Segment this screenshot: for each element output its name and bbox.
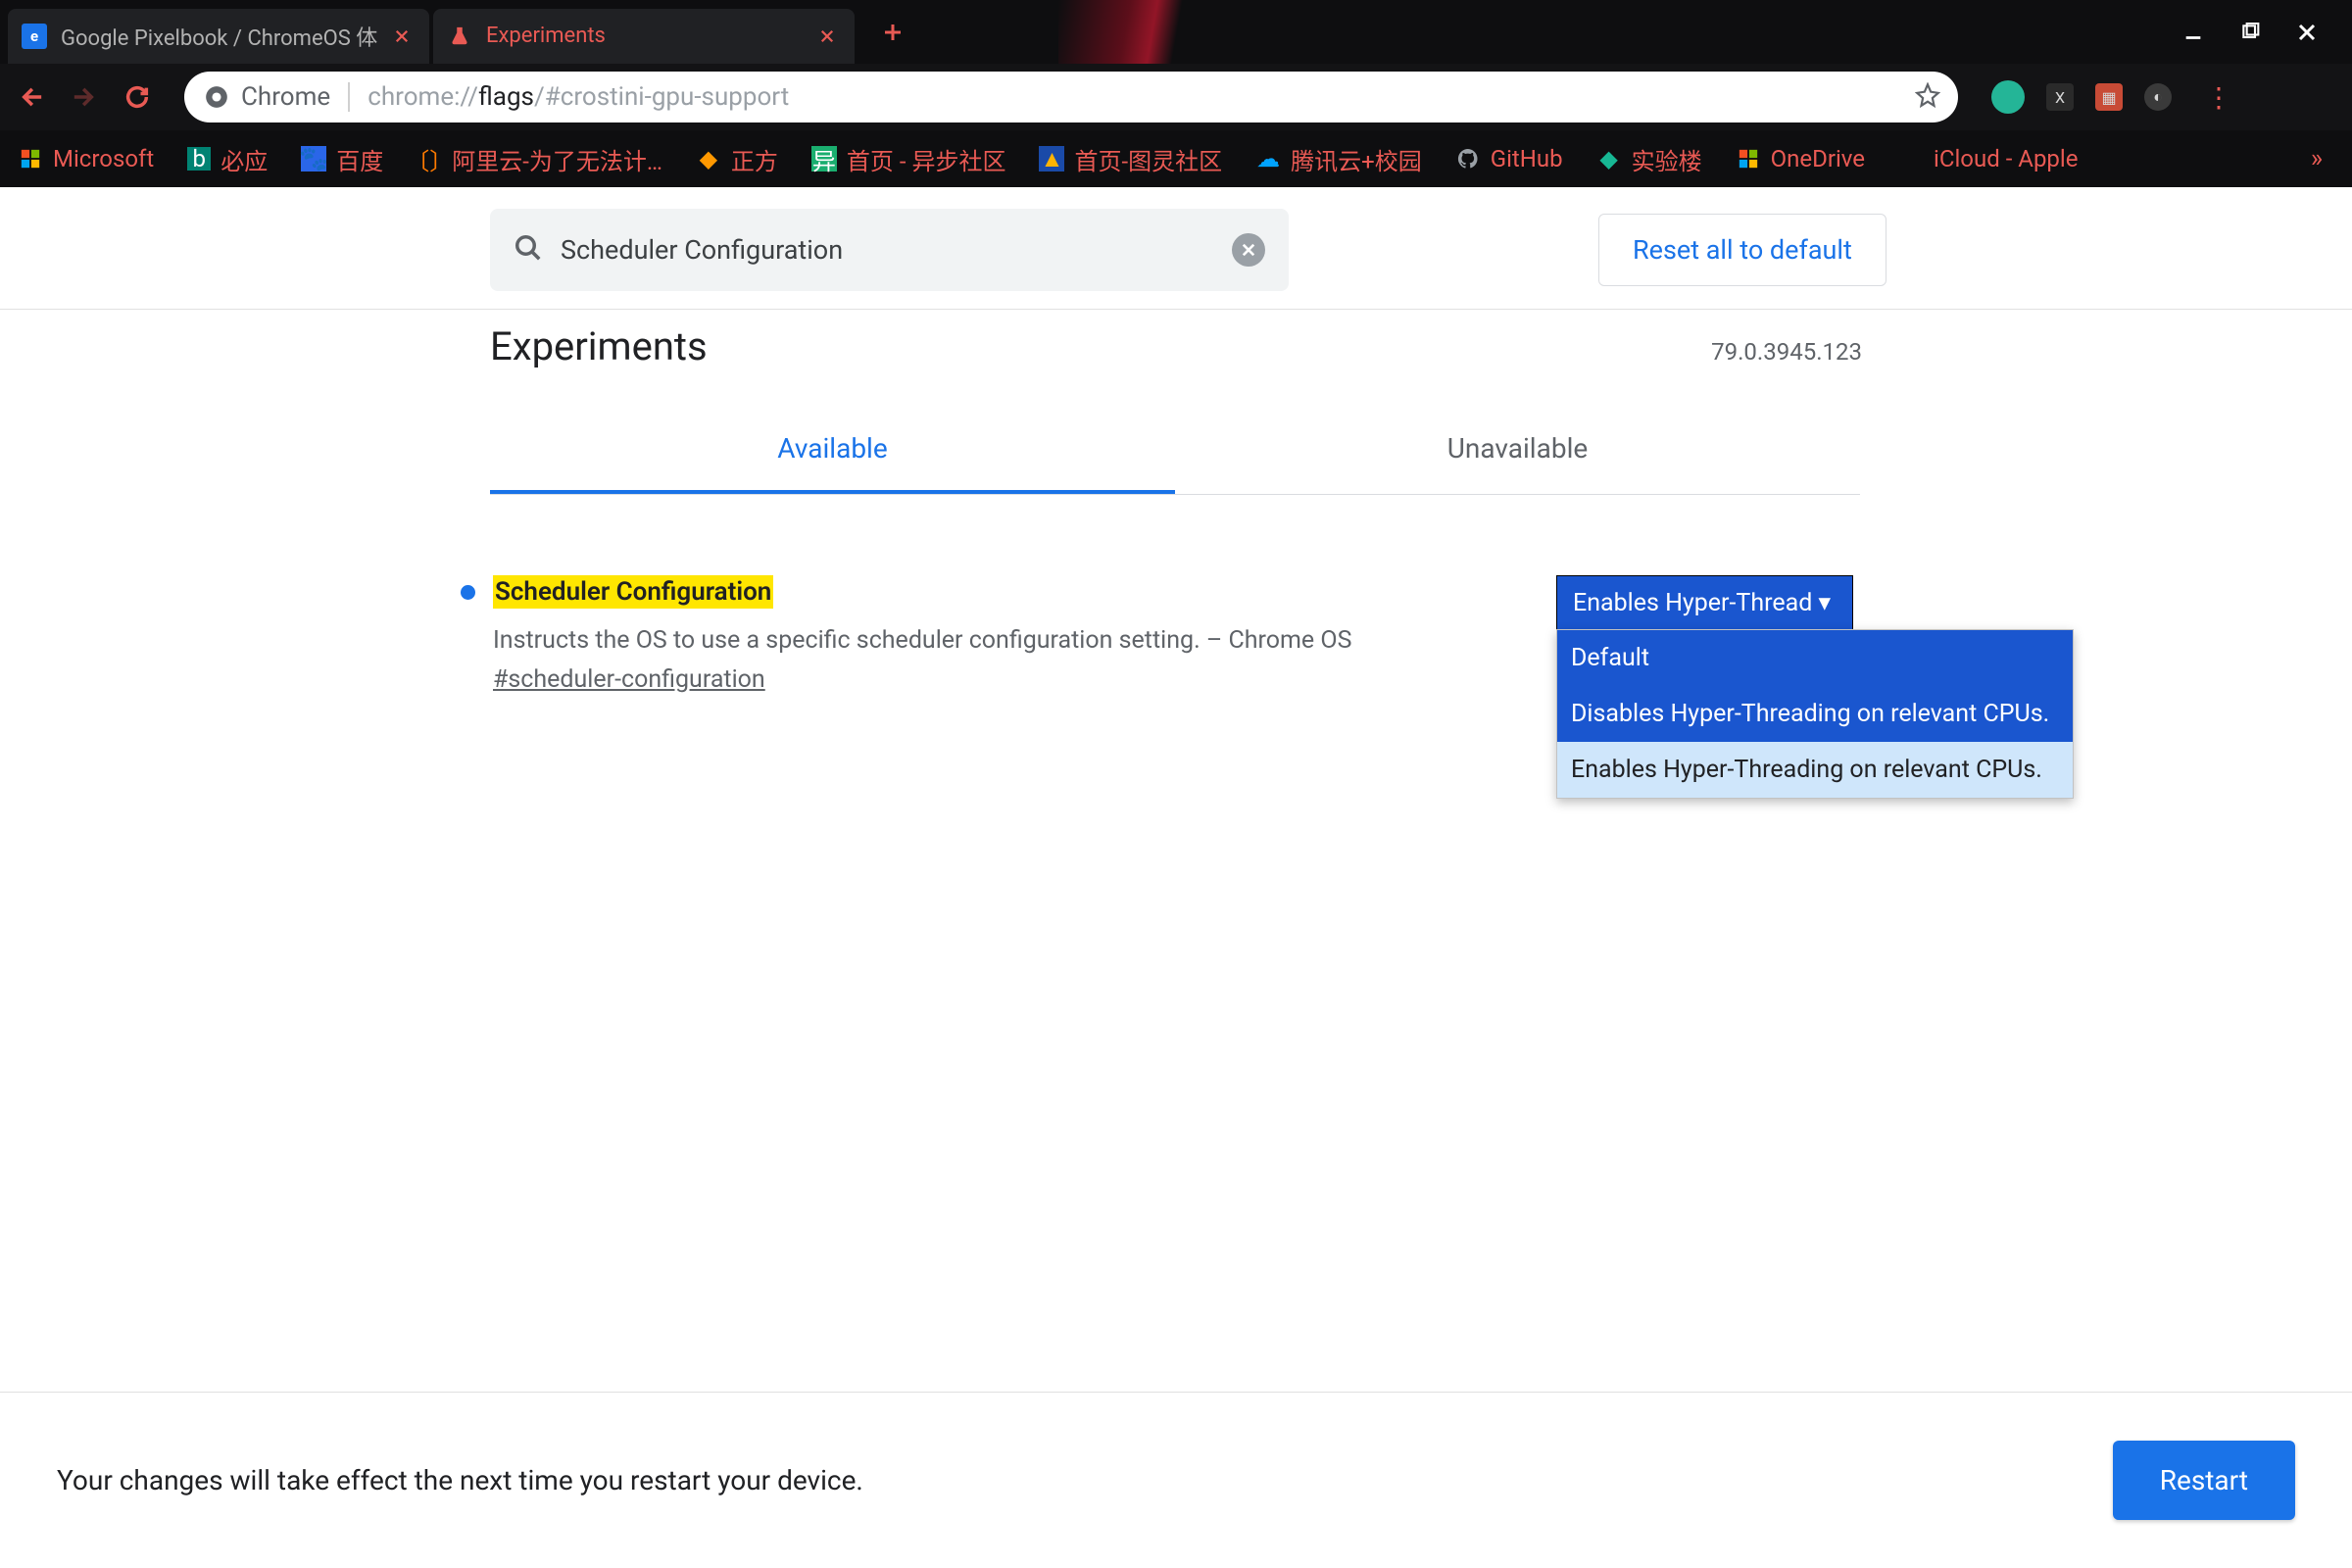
flag-row: Scheduler Configuration Instructs the OS…	[0, 495, 2352, 694]
flags-search-input[interactable]: Scheduler Configuration	[490, 209, 1289, 291]
bookmark-item[interactable]: iCloud - Apple	[1898, 145, 2078, 172]
bookmark-item[interactable]: OneDrive	[1736, 145, 1865, 172]
tab-available[interactable]: Available	[490, 409, 1175, 494]
browser-tab-active[interactable]: Experiments	[433, 9, 855, 64]
flag-description: Instructs the OS to use a specific sched…	[493, 622, 1473, 660]
bookmark-item[interactable]: ◆正方	[696, 142, 778, 176]
flag-option[interactable]: Default	[1557, 630, 2073, 686]
minimize-icon[interactable]	[2180, 19, 2207, 46]
shiyanlou-icon: ◆	[1596, 146, 1622, 172]
menu-button[interactable]: ⋮	[2193, 81, 2244, 114]
flag-title: Scheduler Configuration	[493, 575, 773, 609]
baidu-icon: 🐾	[301, 146, 326, 172]
reload-button[interactable]	[118, 77, 157, 117]
restart-footer: Your changes will take effect the next t…	[0, 1392, 2352, 1568]
extension-area: X ▦ ◐ ⋮	[1991, 80, 2244, 114]
flag-select-dropdown: Default Disables Hyper-Threading on rele…	[1556, 629, 2074, 799]
close-icon[interactable]	[815, 24, 839, 48]
extension-icon[interactable]: X	[2046, 83, 2074, 111]
bookmark-item[interactable]: Microsoft	[18, 145, 154, 172]
tencent-cloud-icon: ☁	[1255, 146, 1281, 172]
maximize-icon[interactable]	[2236, 19, 2264, 46]
omnibox-chip: Chrome	[241, 82, 350, 112]
decorative-streak	[1058, 0, 1254, 64]
aliyun-icon: 〔〕	[416, 146, 442, 172]
flag-option-selected[interactable]: Enables Hyper-Threading on relevant CPUs…	[1557, 742, 2073, 798]
close-icon[interactable]	[390, 24, 414, 48]
extension-icon[interactable]: ◐	[2144, 83, 2172, 111]
bookmark-item[interactable]: ◆实验楼	[1596, 142, 1702, 176]
browser-tab[interactable]: e Google Pixelbook / ChromeOS 体	[8, 9, 429, 64]
chrome-version: 79.0.3945.123	[1711, 338, 1862, 366]
flag-select[interactable]: Enables Hyper-Thread ▾	[1556, 575, 1853, 630]
forward-button[interactable]	[63, 77, 102, 117]
bookmark-item[interactable]: 〔〕阿里云-为了无法计…	[416, 142, 662, 176]
flask-icon	[447, 24, 472, 49]
back-button[interactable]	[14, 77, 53, 117]
tab-title: Google Pixelbook / ChromeOS 体	[61, 21, 390, 52]
new-tab-button[interactable]	[872, 12, 913, 53]
flag-option[interactable]: Disables Hyper-Threading on relevant CPU…	[1557, 686, 2073, 742]
bookmark-item[interactable]: 异首页 - 异步社区	[811, 142, 1006, 176]
omnibox-url: chrome://flags/#crostini-gpu-support	[368, 82, 789, 112]
bing-icon: b	[187, 147, 211, 171]
tab-title: Experiments	[486, 24, 815, 48]
address-bar[interactable]: Chrome chrome://flags/#crostini-gpu-supp…	[184, 72, 1958, 122]
clear-search-icon[interactable]	[1232, 233, 1265, 267]
github-icon	[1455, 146, 1481, 172]
reset-all-button[interactable]: Reset all to default	[1598, 214, 1886, 286]
favicon-icon: e	[22, 24, 47, 49]
footer-text: Your changes will take effect the next t…	[57, 1464, 863, 1496]
apple-icon	[1898, 146, 1924, 172]
flag-anchor-link[interactable]: #scheduler-configuration	[493, 665, 765, 694]
tab-strip: e Google Pixelbook / ChromeOS 体 Experime…	[0, 0, 2352, 64]
tab-unavailable[interactable]: Unavailable	[1175, 409, 1860, 494]
toolbar: Chrome chrome://flags/#crostini-gpu-supp…	[0, 64, 2352, 130]
profile-avatar[interactable]	[1991, 80, 2025, 114]
microsoft-icon	[18, 146, 43, 172]
chrome-icon	[202, 82, 231, 112]
bookmarks-overflow[interactable]: »	[2311, 144, 2334, 173]
bookmark-item[interactable]: GitHub	[1455, 145, 1563, 172]
search-icon	[514, 233, 543, 267]
ituring-icon: ▲	[1039, 146, 1064, 172]
search-input-value: Scheduler Configuration	[561, 234, 1232, 266]
flag-tabs: Available Unavailable	[490, 409, 1860, 495]
extension-icon[interactable]: ▦	[2095, 83, 2123, 111]
restart-button[interactable]: Restart	[2113, 1441, 2295, 1520]
flag-select-value: Enables Hyper-Thread ▾	[1573, 588, 1831, 617]
close-window-icon[interactable]	[2293, 19, 2321, 46]
onedrive-icon	[1736, 146, 1761, 172]
bookmark-item[interactable]: 🐾百度	[301, 142, 383, 176]
epubit-icon: 异	[811, 146, 837, 172]
bookmark-item[interactable]: ☁腾讯云+校园	[1255, 142, 1422, 176]
zhengfang-icon: ◆	[696, 146, 721, 172]
window-controls	[2180, 19, 2344, 46]
bookmark-item[interactable]: ▲首页-图灵社区	[1039, 142, 1222, 176]
modified-indicator-icon	[461, 585, 475, 600]
bookmark-item[interactable]: b必应	[187, 142, 268, 176]
bookmarks-bar: Microsoft b必应 🐾百度 〔〕阿里云-为了无法计… ◆正方 异首页 -…	[0, 130, 2352, 187]
bookmark-star-icon[interactable]	[1915, 82, 1940, 112]
page-title: Experiments	[490, 323, 708, 369]
page-content: Scheduler Configuration Reset all to def…	[0, 187, 2352, 1568]
